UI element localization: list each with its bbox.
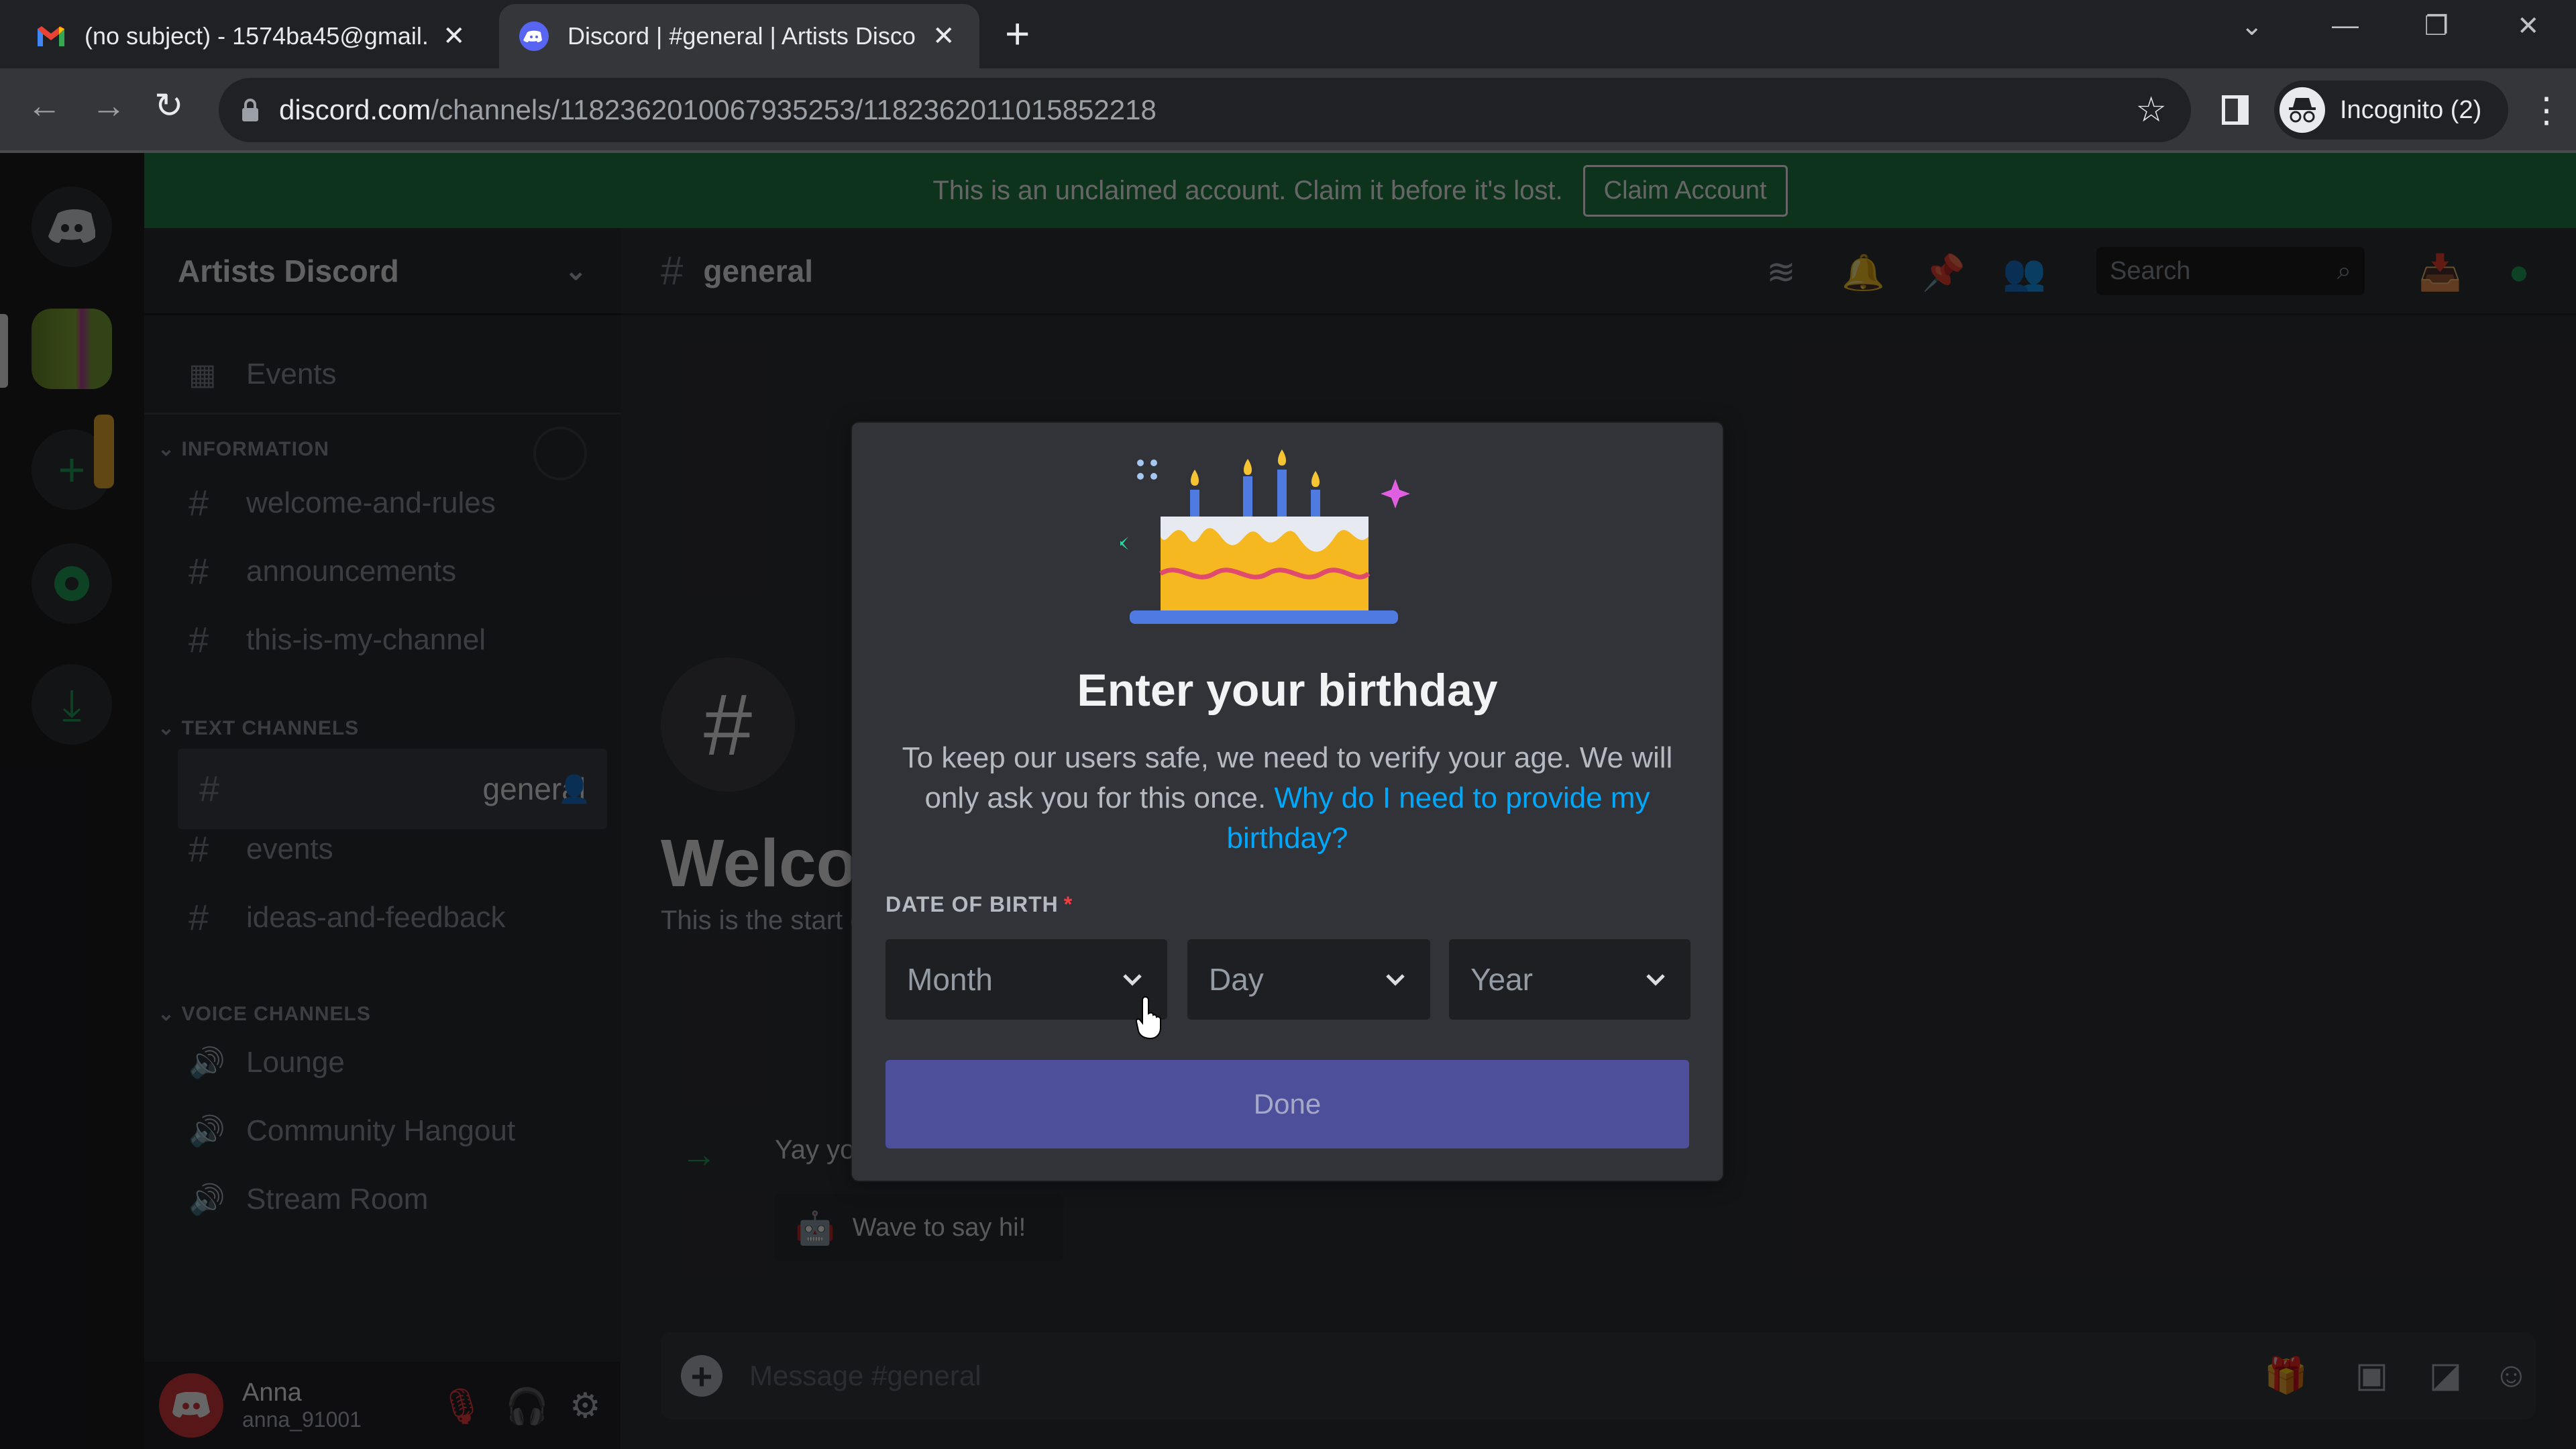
month-placeholder: Month: [907, 962, 993, 997]
browser-toolbar: ← → ↻ discord.com/channels/1182362010067…: [0, 68, 2576, 153]
back-icon[interactable]: ←: [27, 86, 62, 126]
year-placeholder: Year: [1470, 962, 1533, 997]
url-path: /channels/1182362010067935253/1182362011…: [431, 94, 1157, 125]
forward-icon[interactable]: →: [91, 86, 126, 126]
chevron-down-icon: [1386, 974, 1405, 986]
required-asterisk: *: [1063, 892, 1073, 916]
chevron-down-icon: [1646, 974, 1665, 986]
modal-description: To keep our users safe, we need to verif…: [892, 738, 1682, 859]
done-button[interactable]: Done: [885, 1060, 1689, 1148]
close-tab-icon[interactable]: ✕: [932, 21, 955, 52]
incognito-profile-button[interactable]: Incognito (2): [2274, 80, 2509, 140]
url-text: discord.com/channels/1182362010067935253…: [279, 94, 1157, 126]
url-host: discord.com: [279, 94, 431, 125]
tab-search-icon[interactable]: ⌄: [2241, 11, 2263, 42]
side-panel-icon[interactable]: [2222, 95, 2249, 125]
reload-icon[interactable]: ↻: [154, 86, 184, 126]
tab-title: (no subject) - 1574ba45@gmail.com: [85, 22, 427, 50]
modal-title: Enter your birthday: [1077, 665, 1498, 716]
lock-icon: [242, 99, 258, 121]
tab-gmail[interactable]: (no subject) - 1574ba45@gmail.com ✕: [16, 4, 499, 68]
close-window-button[interactable]: ✕: [2517, 11, 2540, 42]
gmail-icon: [36, 21, 66, 51]
profile-label: Incognito (2): [2340, 95, 2482, 124]
discord-icon: [519, 21, 549, 51]
minimize-button[interactable]: —: [2332, 11, 2359, 41]
birthday-cake-icon: [1120, 449, 1410, 624]
browser-menu-icon[interactable]: ⋮: [2529, 87, 2564, 134]
tab-discord[interactable]: Discord | #general | Artists Discord ✕: [499, 4, 979, 68]
incognito-icon: [2279, 87, 2325, 133]
month-select[interactable]: Month: [885, 939, 1167, 1020]
birthday-modal: Enter your birthday To keep our users sa…: [852, 423, 1723, 1181]
day-placeholder: Day: [1209, 962, 1264, 997]
dob-label-text: DATE OF BIRTH: [885, 892, 1059, 916]
day-select[interactable]: Day: [1187, 939, 1430, 1020]
why-birthday-link[interactable]: Why do I need to provide my birthday?: [1226, 782, 1650, 855]
new-tab-button[interactable]: +: [1005, 12, 1030, 55]
bookmark-star-icon[interactable]: ☆: [2135, 90, 2167, 130]
browser-tab-strip: (no subject) - 1574ba45@gmail.com ✕ Disc…: [0, 0, 2576, 68]
year-select[interactable]: Year: [1449, 939, 1690, 1020]
dob-label: DATE OF BIRTH *: [885, 892, 1073, 917]
restore-button[interactable]: ❐: [2424, 11, 2449, 42]
address-bar[interactable]: discord.com/channels/1182362010067935253…: [219, 78, 2191, 142]
chevron-down-icon: [1123, 974, 1142, 986]
close-tab-icon[interactable]: ✕: [443, 21, 466, 52]
tab-title: Discord | #general | Artists Discord: [568, 22, 916, 50]
hand-pointer-cursor-icon: [1136, 996, 1161, 1040]
